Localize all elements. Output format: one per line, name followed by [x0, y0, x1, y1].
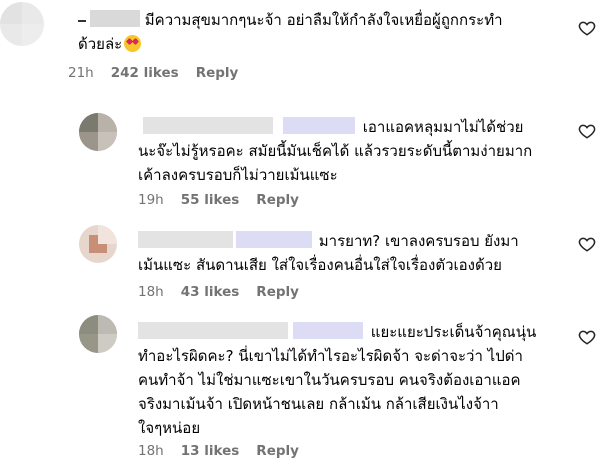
- comment: มารยาท? เขาลงครบรอบ ยังมา เม้นแซะ สันดาน…: [0, 215, 607, 307]
- comment-line: จริงมาเม้นจ้า เปิดหน้าชนเลย กล้าเม้น กล้…: [138, 395, 499, 413]
- username-blurred[interactable]: [138, 231, 314, 248]
- avatar[interactable]: [79, 225, 117, 263]
- comment-text: มารยาท? เขาลงครบรอบ ยังมา เม้นแซะ สันดาน…: [138, 229, 578, 277]
- like-heart-icon[interactable]: [578, 328, 596, 346]
- avatar[interactable]: [79, 113, 117, 151]
- comment-timestamp: 18h: [138, 284, 164, 300]
- comment-line: มารยาท? เขาลงครบรอบ ยังมา: [318, 232, 519, 250]
- comment-line: ใจๆหน่อย: [138, 419, 201, 437]
- comment: แยะแยะประเด็นจ้าคุณนุ่น ทำอะไรผิดคะ? นี่…: [0, 310, 607, 468]
- like-count[interactable]: 43 likes: [181, 284, 240, 300]
- comment-line: ทำอะไรผิดคะ? นี่เขาไม่ได้ทำไรอะไรผิดจ้า …: [138, 347, 523, 365]
- reply-button[interactable]: Reply: [196, 65, 239, 81]
- like-heart-icon[interactable]: [578, 19, 596, 37]
- comment-text: มีความสุขมากๆนะจ้า อย่าลืมให้กำลังใจเหยื…: [78, 8, 558, 56]
- comment-line: เม้นแซะ สันดานเสีย ใส่ใจเรื่องคนอื่นใส่ใ…: [138, 256, 502, 274]
- comment: มีความสุขมากๆนะจ้า อย่าลืมให้กำลังใจเหยื…: [0, 0, 607, 92]
- reply-button[interactable]: Reply: [256, 443, 299, 459]
- avatar[interactable]: [79, 315, 117, 353]
- username-blurred[interactable]: [138, 117, 358, 134]
- comment-line: เอาแอคหลุมมาไม่ได้ช่วย: [362, 118, 524, 136]
- comment-line: นะจ๊ะไม่รู้หรอคะ สมัยนี้มันเช็คได้ แล้วร…: [138, 142, 533, 160]
- username-blurred[interactable]: [78, 10, 140, 27]
- username-blurred[interactable]: [138, 322, 366, 339]
- like-count[interactable]: 55 likes: [181, 192, 240, 208]
- comment: เอาแอคหลุมมาไม่ได้ช่วย นะจ๊ะไม่รู้หรอคะ …: [0, 100, 607, 215]
- comment-line: คนทำจ้า ไม่ใช่มาแซะเขาในวันครบรอบ คนจริง…: [138, 371, 521, 389]
- comment-timestamp: 19h: [138, 192, 164, 208]
- comment-line: ด้วยล่ะ: [78, 35, 123, 53]
- heart-eyes-emoji-icon: [124, 35, 142, 52]
- comment-line: มีความสุขมากๆนะจ้า อย่าลืมให้กำลังใจเหยื…: [144, 11, 503, 29]
- comment-line: เค้าลงครบรอบก็ไม่วายเม้นแซะ: [138, 166, 338, 184]
- like-count[interactable]: 13 likes: [181, 443, 240, 459]
- comment-timestamp: 21h: [68, 65, 94, 81]
- reply-button[interactable]: Reply: [256, 284, 299, 300]
- like-count[interactable]: 242 likes: [111, 65, 179, 81]
- like-heart-icon[interactable]: [578, 235, 596, 253]
- comment-timestamp: 18h: [138, 443, 164, 459]
- comment-text: แยะแยะประเด็นจ้าคุณนุ่น ทำอะไรผิดคะ? นี่…: [138, 320, 583, 440]
- comment-line: แยะแยะประเด็นจ้าคุณนุ่น: [370, 323, 537, 341]
- reply-button[interactable]: Reply: [256, 192, 299, 208]
- like-heart-icon[interactable]: [578, 122, 596, 140]
- comment-text: เอาแอคหลุมมาไม่ได้ช่วย นะจ๊ะไม่รู้หรอคะ …: [138, 115, 578, 187]
- avatar[interactable]: [0, 2, 44, 46]
